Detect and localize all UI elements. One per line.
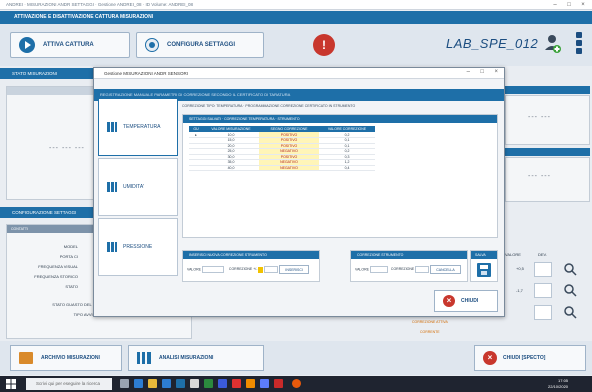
settings-icon: [145, 38, 159, 52]
activation-header: ATTIVAZIONE E DISATTIVAZIONE CATTURA MIS…: [0, 11, 592, 24]
bar-chart-icon: [107, 122, 117, 132]
right-col-dev: DEV.: [538, 252, 547, 257]
edit-correction-input[interactable]: [415, 266, 430, 273]
close-app-button[interactable]: × CHIUDI [SPECTO]: [474, 345, 586, 371]
maximize-button[interactable]: □: [562, 0, 576, 10]
windows-start-icon[interactable]: [6, 379, 16, 389]
correction-status-sub: CORRENTE: [420, 330, 440, 334]
right-panel-header: [505, 86, 590, 94]
dialog-minimize-button[interactable]: –: [467, 69, 470, 75]
bar-chart-icon: [107, 242, 117, 252]
start-capture-label: ATTIVA CATTURA: [43, 42, 94, 48]
dialog-maximize-button[interactable]: □: [480, 69, 484, 75]
status-dash: --- --- ---: [49, 145, 85, 152]
dialog-title: Gestione MISURAZIONI ANDR SENSORI: [94, 68, 504, 79]
clock: 17:05 22/10/2020: [548, 378, 569, 389]
app-icon[interactable]: [190, 379, 199, 388]
store-icon[interactable]: [162, 379, 171, 388]
right-action-2[interactable]: [534, 283, 552, 298]
sensor-humidity-button[interactable]: UMIDITA': [98, 158, 178, 216]
insert-button[interactable]: INSERISCI: [279, 265, 309, 274]
table-caption: SETTAGGI SALVATI · CORREZIONE TEMPERATUR…: [183, 115, 497, 123]
status-section-header: STATO MISURAZIONI: [0, 68, 95, 79]
header-label: ATTIVAZIONE E DISATTIVAZIONE CATTURA MIS…: [14, 14, 154, 20]
new-correction-box: INSERISCI NUOVA CORREZIONE STRUMENTO VAL…: [182, 250, 320, 282]
chrome-icon[interactable]: [232, 379, 241, 388]
right-panel-mid: --- ---: [505, 157, 590, 202]
right-action-1[interactable]: [534, 262, 552, 277]
archive-button[interactable]: ARCHIVIO MISURAZIONI: [10, 345, 122, 371]
save-box: SALVA: [470, 250, 498, 282]
chart-icon: [137, 352, 151, 364]
save-header: SALVA: [471, 251, 497, 259]
folder-icon[interactable]: [148, 379, 157, 388]
new-correction-header: INSERISCI NUOVA CORREZIONE STRUMENTO: [183, 251, 319, 259]
app4-icon[interactable]: [274, 379, 283, 388]
close-icon: ×: [443, 295, 455, 307]
edge-icon[interactable]: [134, 379, 143, 388]
app3-icon[interactable]: [260, 379, 269, 388]
right-panel-header-2: [505, 148, 590, 156]
new-value-label: VALORE: [187, 267, 201, 272]
archive-icon: [19, 352, 33, 364]
new-correction-label: CORREZIONE +/-: [228, 267, 258, 272]
dialog-subtitle: CORREZIONE TIPO: TEMPERATURA · PROGRAMMA…: [182, 104, 356, 108]
instrument-correction-box: CORREZIONE STRUMENTO VALORE CORREZIONE C…: [350, 250, 468, 282]
right-action-3[interactable]: [534, 305, 552, 320]
dialog-close-x-button[interactable]: ×: [494, 69, 498, 75]
play-icon: [19, 37, 35, 53]
edit-value-label: VALORE: [355, 267, 369, 272]
close-icon: ×: [483, 351, 497, 365]
right-col-valore: VALORE: [505, 252, 521, 257]
corrections-table: GU VALORE MISURAZIONE SEGNO CORREZIONE V…: [189, 126, 375, 171]
dialog-close-button[interactable]: × CHIUDI: [434, 290, 498, 312]
right-dash-1: --- ---: [528, 114, 551, 121]
config-section-header: CONFIGURAZIONE SETTAGGI: [0, 207, 95, 218]
search-icon-2[interactable]: [563, 283, 577, 297]
status-panel: --- --- ---: [6, 86, 94, 200]
instrument-correction-header: CORREZIONE STRUMENTO: [351, 251, 467, 259]
sign-selector[interactable]: [258, 266, 264, 273]
right-dash-2: --- ---: [528, 173, 551, 180]
mail-icon[interactable]: [176, 379, 185, 388]
configure-settings-label: CONFIGURA SETTAGGI: [167, 42, 235, 48]
right-panel-top: --- ---: [505, 95, 590, 145]
table-row[interactable]: 40,0 NEGATIVO 0,4: [189, 165, 375, 171]
save-icon[interactable]: [477, 263, 491, 277]
menu-dots-icon[interactable]: [576, 32, 584, 58]
delete-button[interactable]: CANCELLA: [430, 265, 461, 274]
analysis-button[interactable]: ANALISI MISURAZIONI: [128, 345, 264, 371]
minimize-button[interactable]: –: [548, 0, 562, 10]
edit-value-input[interactable]: [369, 266, 388, 273]
start-capture-button[interactable]: ATTIVA CATTURA: [10, 32, 130, 58]
excel-icon[interactable]: [204, 379, 213, 388]
task-view-icon[interactable]: [120, 379, 129, 388]
search-icon[interactable]: [563, 262, 577, 276]
right-row-2: -1,7: [516, 288, 523, 293]
edit-correction-label: CORREZIONE: [390, 267, 415, 272]
warning-icon[interactable]: !: [313, 34, 335, 56]
taskbar-search-input[interactable]: Scrivi qui per eseguire la ricerca: [26, 378, 112, 390]
app5-icon[interactable]: [292, 379, 301, 388]
correction-dialog: Gestione MISURAZIONI ANDR SENSORI – □ × …: [93, 67, 505, 317]
close-window-button[interactable]: ×: [576, 0, 590, 10]
search-icon-3[interactable]: [563, 305, 577, 319]
status-section-label: STATO MISURAZIONI: [12, 71, 58, 76]
corrections-table-panel: SETTAGGI SALVATI · CORREZIONE TEMPERATUR…: [182, 114, 498, 238]
window-title: ANDREI · MISURAZIONI ANDR SETTAGGI · Ges…: [0, 0, 592, 10]
instrument-code: LAB_SPE_012: [446, 36, 539, 51]
config-section-label: CONFIGURAZIONE SETTAGGI: [12, 210, 77, 215]
sensor-temperature-button[interactable]: TEMPERATURA: [98, 98, 178, 156]
app2-icon[interactable]: [246, 379, 255, 388]
word-icon[interactable]: [218, 379, 227, 388]
add-user-icon[interactable]: [545, 34, 561, 54]
correction-status: CORREZIONE ATTIVA: [412, 320, 448, 324]
configure-settings-button[interactable]: CONFIGURA SETTAGGI: [136, 32, 264, 58]
new-correction-input[interactable]: [264, 266, 279, 273]
right-row-1: +0,5: [516, 266, 524, 271]
bar-chart-icon: [107, 182, 117, 192]
new-value-input[interactable]: [201, 266, 224, 273]
sensor-pressure-button[interactable]: PRESSIONE: [98, 218, 178, 276]
